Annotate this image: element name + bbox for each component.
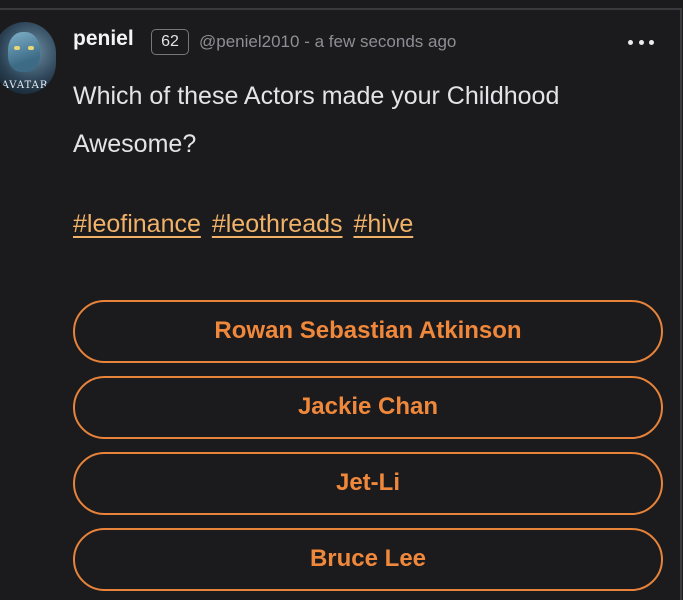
right-divider xyxy=(680,8,682,600)
avatar-logo-text: AVATAR xyxy=(1,80,49,91)
dot-icon xyxy=(649,39,654,45)
hashtag-link-hive[interactable]: #hive xyxy=(353,210,413,238)
post-timestamp[interactable]: a few seconds ago xyxy=(315,32,457,51)
dot-icon xyxy=(628,39,633,45)
thread-post: AVATAR peniel 62 @peniel2010 - a few sec… xyxy=(0,0,683,600)
poll-option-button[interactable]: Jackie Chan xyxy=(73,376,663,439)
username[interactable]: peniel xyxy=(73,27,134,51)
user-handle[interactable]: @peniel2010 xyxy=(199,32,299,51)
top-divider xyxy=(0,8,681,10)
hashtag-list: #leofinance #leothreads #hive xyxy=(73,210,417,239)
poll-option-button[interactable]: Rowan Sebastian Atkinson xyxy=(73,300,663,363)
ellipsis-icon[interactable] xyxy=(628,32,654,52)
dot-icon xyxy=(638,39,644,45)
hashtag-link-leothreads[interactable]: #leothreads xyxy=(212,210,343,238)
avatar-eye-right xyxy=(28,46,34,50)
avatar-eye-left xyxy=(14,46,20,50)
avatar[interactable]: AVATAR xyxy=(0,22,56,94)
poll-option-button[interactable]: Jet-Li xyxy=(73,452,663,515)
reputation-badge: 62 xyxy=(151,29,189,55)
meta-separator: - xyxy=(304,32,310,51)
post-body: Which of these Actors made your Childhoo… xyxy=(73,82,560,158)
avatar-face-image xyxy=(8,32,40,72)
poll-option-button[interactable]: Bruce Lee xyxy=(73,528,663,591)
hashtag-link-leofinance[interactable]: #leofinance xyxy=(73,210,201,238)
post-meta: @peniel2010 - a few seconds ago xyxy=(199,32,456,52)
